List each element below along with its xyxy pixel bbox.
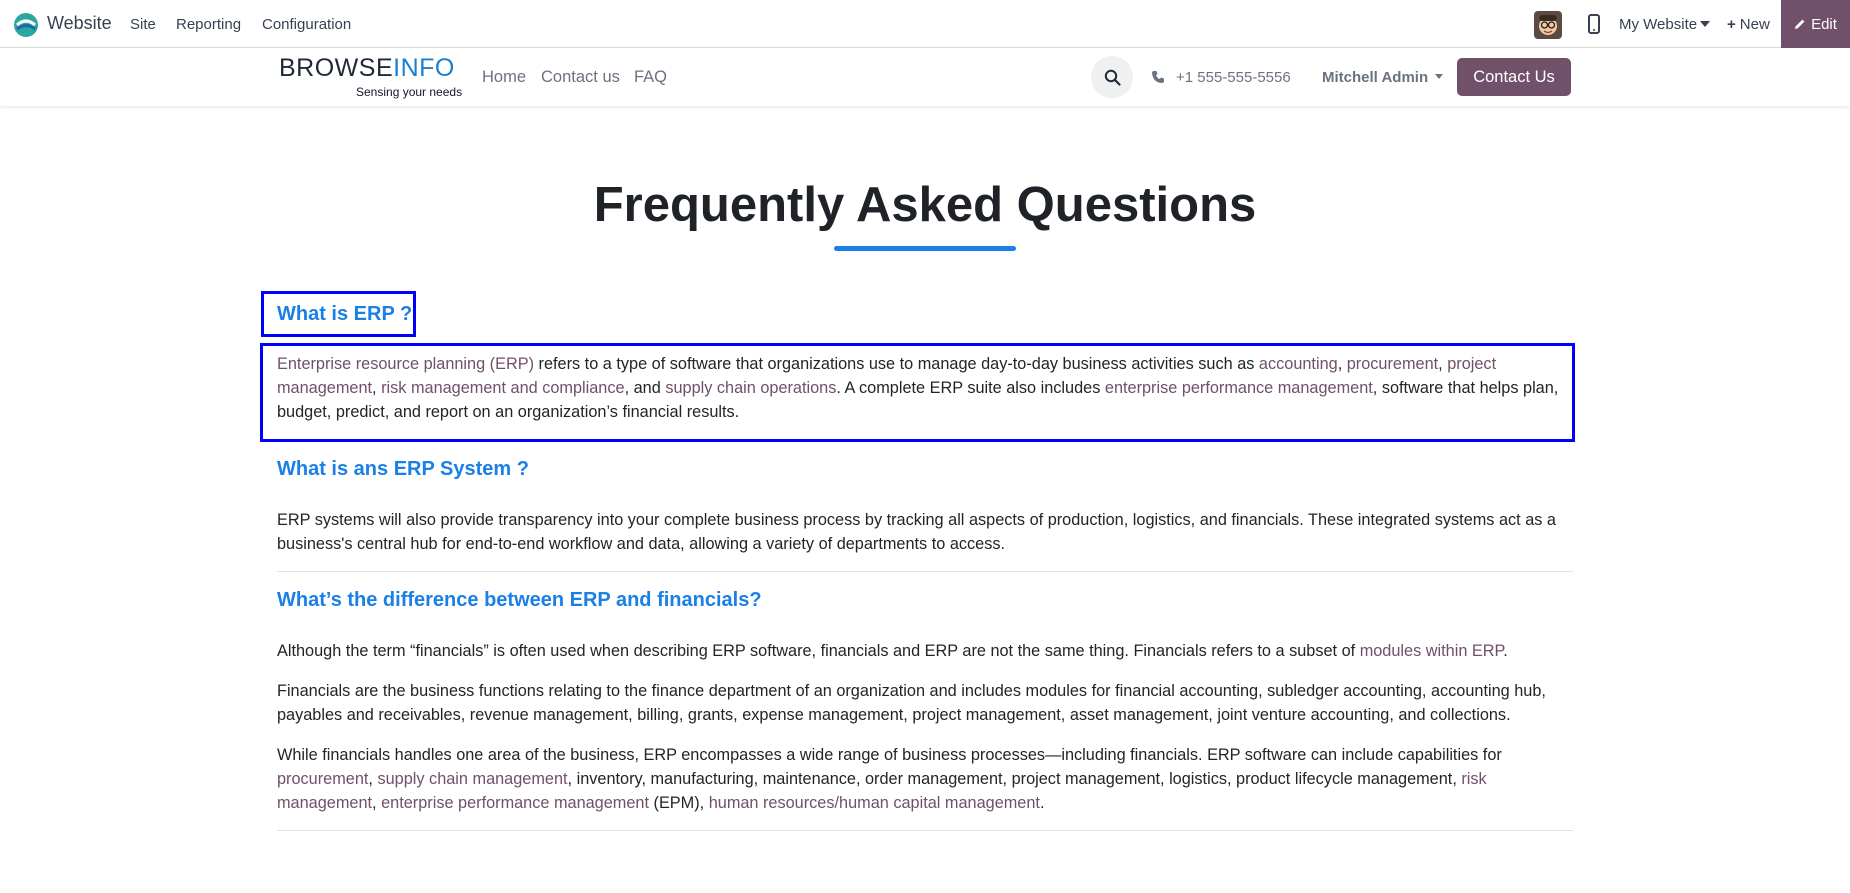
inline-link[interactable]: Enterprise resource planning (ERP) (277, 355, 534, 373)
inline-link[interactable]: risk management and compliance (381, 379, 624, 397)
brand-part-info: INFO (393, 54, 455, 82)
plus-icon: + (1727, 16, 1736, 33)
phone-number[interactable]: +1 555-555-5556 (1176, 69, 1291, 86)
chevron-down-icon (1435, 74, 1444, 79)
faq-answer-1-paragraph-1: Enterprise resource planning (ERP) refer… (277, 352, 1574, 424)
search-icon (1104, 69, 1121, 86)
odoo-top-navbar: Website Site Reporting Configuration My … (0, 0, 1850, 48)
paragraph-text: , and (624, 379, 666, 397)
edit-button[interactable]: Edit (1781, 0, 1850, 48)
contact-us-button[interactable]: Contact Us (1457, 58, 1571, 96)
new-label: New (1739, 16, 1770, 33)
inline-link[interactable]: enterprise performance management (1105, 379, 1373, 397)
nav-contact-us[interactable]: Contact us (541, 68, 620, 87)
chevron-down-icon (1700, 21, 1711, 27)
nav-faq[interactable]: FAQ (634, 68, 667, 87)
paragraph-text: , (372, 794, 382, 812)
inline-link[interactable]: accounting (1259, 355, 1338, 373)
menu-reporting[interactable]: Reporting (176, 16, 241, 33)
inline-link[interactable]: procurement (277, 770, 368, 788)
brand-tagline: Sensing your needs (356, 85, 463, 99)
paragraph-text: (EPM), (649, 794, 709, 812)
my-website-dropdown[interactable]: My Website (1619, 16, 1711, 33)
inline-link[interactable]: modules within ERP (1360, 642, 1504, 660)
search-button[interactable] (1091, 56, 1133, 98)
paragraph-text: Financials are the business functions re… (277, 682, 1546, 724)
paragraph-text: ERP systems will also provide transparen… (277, 511, 1556, 553)
inline-link[interactable]: enterprise performance management (381, 794, 649, 812)
faq-answer-2-paragraph-1: ERP systems will also provide transparen… (277, 508, 1574, 556)
edit-label: Edit (1811, 15, 1837, 33)
brand-wordmark: BROWSEINFO (279, 54, 455, 83)
paragraph-text: , (372, 379, 382, 397)
paragraph-text: , inventory, manufacturing, maintenance,… (567, 770, 1462, 788)
paragraph-text: . A complete ERP suite also includes (836, 379, 1105, 397)
paragraph-text: , (1337, 355, 1347, 373)
phone-icon (1152, 71, 1164, 83)
website-header: BROWSEINFO Sensing your needs Home Conta… (0, 48, 1850, 106)
brand-logo[interactable]: BROWSEINFO Sensing your needs (279, 54, 462, 100)
my-website-label: My Website (1619, 16, 1698, 33)
inline-link[interactable]: procurement (1347, 355, 1438, 373)
faq-divider (277, 830, 1573, 831)
paragraph-text: refers to a type of software that organi… (534, 355, 1259, 373)
user-menu-dropdown[interactable]: Mitchell Admin (1322, 69, 1444, 86)
paragraph-text: While financials handles one area of the… (277, 746, 1502, 764)
inline-link[interactable]: supply chain management (377, 770, 567, 788)
inline-link[interactable]: supply chain operations (665, 379, 836, 397)
page-title: Frequently Asked Questions (593, 178, 1257, 232)
menu-site[interactable]: Site (130, 16, 156, 33)
new-button[interactable]: + New (1727, 16, 1770, 33)
faq-answer-3-paragraph-1: Although the term “financials” is often … (277, 639, 1574, 663)
user-name: Mitchell Admin (1322, 69, 1429, 86)
paragraph-text: Although the term “financials” is often … (277, 642, 1360, 660)
app-name[interactable]: Website (47, 13, 112, 34)
mobile-preview-icon[interactable] (1587, 14, 1601, 34)
inline-link[interactable]: human resources/human capital management (709, 794, 1040, 812)
faq-divider (277, 571, 1573, 572)
title-underline (834, 246, 1016, 251)
brand-part-browse: BROWSE (279, 54, 394, 82)
user-avatar[interactable] (1534, 11, 1562, 39)
faq-question-3: What’s the difference between ERP and fi… (277, 589, 762, 611)
menu-configuration[interactable]: Configuration (262, 16, 351, 33)
paragraph-text: , (1438, 355, 1448, 373)
nav-home[interactable]: Home (482, 68, 526, 87)
odoo-app-logo-icon[interactable] (13, 12, 39, 38)
faq-answer-3-paragraph-2: Financials are the business functions re… (277, 679, 1574, 727)
paragraph-text: . (1039, 794, 1045, 812)
faq-answer-3-paragraph-3: While financials handles one area of the… (277, 743, 1574, 815)
paragraph-text: . (1503, 642, 1508, 660)
faq-question-2: What is ans ERP System ? (277, 458, 529, 480)
pencil-icon (1795, 19, 1805, 29)
faq-question-1: What is ERP ? (277, 303, 413, 325)
